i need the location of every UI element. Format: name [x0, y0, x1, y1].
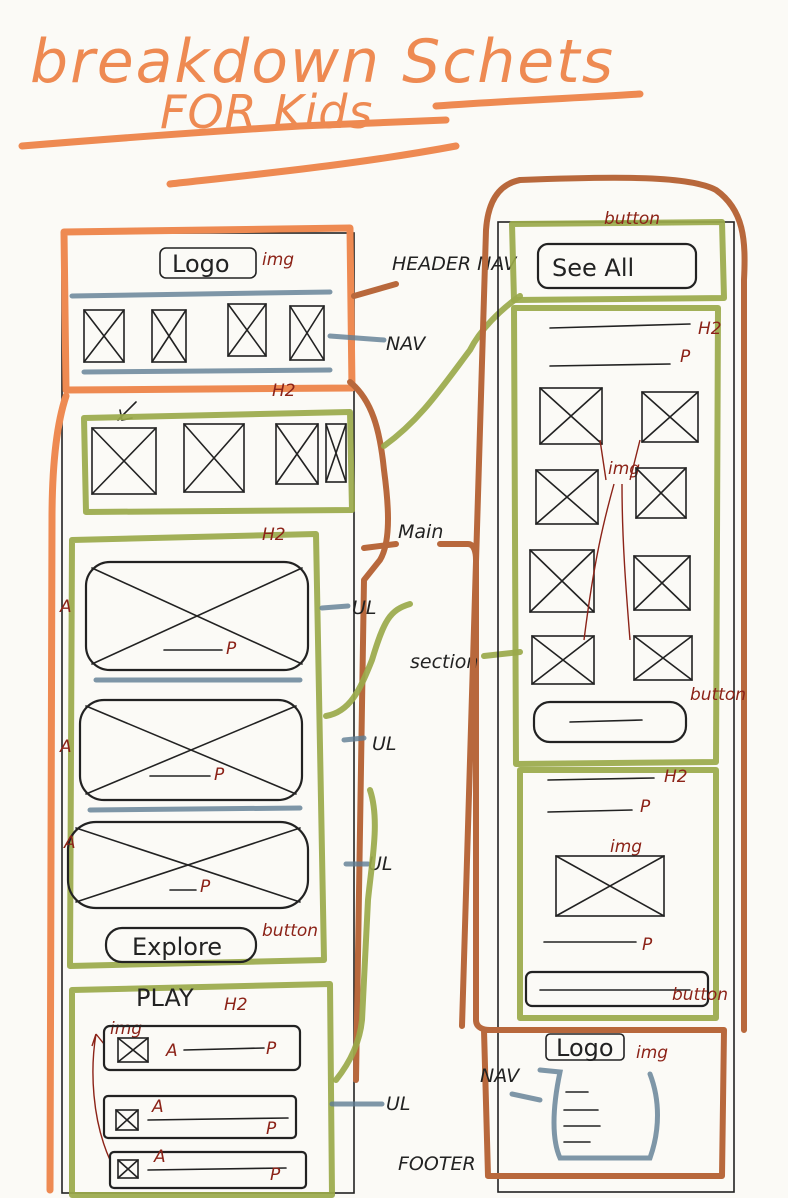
subtitle-underline [166, 142, 460, 188]
gallery-paragraph-line [549, 363, 671, 367]
list-card-1[interactable]: P [84, 560, 310, 672]
nav-label-top: NAV [386, 333, 427, 355]
header-nav-images [83, 303, 325, 363]
svg-text:A: A [165, 1041, 178, 1061]
h2-tag-4: H2 [698, 319, 722, 339]
list-section [67, 531, 327, 969]
h2-tag-1: H2 [272, 381, 296, 401]
ul-label-4: UL [386, 1093, 411, 1115]
p-tag-featured-2: P [642, 935, 653, 955]
svg-text:A: A [153, 1147, 166, 1167]
play-item-3[interactable]: A P [108, 1147, 308, 1190]
main-connector-left [361, 541, 399, 551]
svg-text:P: P [226, 639, 237, 659]
featured-section [517, 767, 719, 1021]
featured-paragraph-line [547, 809, 633, 813]
list-card-2[interactable]: P [78, 698, 304, 802]
footer-label: FOOTER [398, 1153, 476, 1175]
section-connector-top [381, 293, 523, 449]
svg-text:P: P [214, 765, 225, 785]
h2-tag-3: H2 [224, 995, 248, 1015]
footer-nav-links [563, 1091, 601, 1143]
svg-text:P: P [266, 1119, 277, 1139]
play-img-tag: img [110, 1019, 142, 1039]
header-connector [351, 281, 399, 299]
p-tag-gallery: P [680, 347, 691, 367]
main-outline-right [347, 379, 391, 1083]
see-all-button[interactable]: See All [536, 242, 698, 290]
footer-nav-connector [509, 1091, 543, 1103]
gallery-button-tag: button [690, 685, 746, 705]
header-nav-label: HEADER NAV [392, 253, 518, 275]
footer-nav-box [537, 1067, 660, 1161]
main-outline-left [46, 392, 70, 1194]
explore-button-tag: button [262, 921, 318, 941]
list-item-2-bar [87, 805, 303, 813]
svg-text:P: P [200, 877, 211, 897]
right-phone-frame [497, 221, 735, 1193]
featured-button-tag: button [672, 985, 728, 1005]
a-tag-1: A [59, 597, 72, 617]
header-logo-text: Logo [172, 250, 230, 278]
footer-logo-text: Logo [556, 1034, 614, 1062]
gallery-button[interactable] [532, 700, 688, 744]
list-card-3[interactable]: P [66, 820, 310, 910]
svg-text:P: P [270, 1165, 281, 1185]
a-tag-2: A [59, 737, 72, 757]
a-tag-3: A [63, 833, 76, 853]
section-connector-mid [323, 601, 413, 719]
see-all-button-tag: button [604, 209, 660, 229]
main-label: Main [398, 521, 443, 543]
section-label: section [410, 651, 478, 673]
gallery-heading-line [549, 323, 691, 329]
play-item-2[interactable]: A P [102, 1094, 298, 1140]
svg-text:P: P [266, 1039, 277, 1059]
h2-tag-2: H2 [262, 525, 286, 545]
nav-label-footer: NAV [480, 1065, 521, 1087]
svg-text:See All: See All [552, 254, 634, 282]
ul-connector-2 [341, 735, 367, 743]
footer-logo-img-tag: img [636, 1043, 668, 1063]
featured-image [555, 855, 665, 917]
sketch-subtitle: FOR Kids [160, 85, 373, 139]
play-heading: PLAY [136, 984, 194, 1012]
ul-connector-1 [319, 603, 351, 611]
wireframe-sketch: breakdown Schets FOR Kids Logo img HEADE… [18, 27, 748, 1198]
h2-tag-5: H2 [664, 767, 688, 787]
ul-label-1: UL [352, 597, 377, 619]
featured-heading-line [547, 777, 655, 781]
nav-connector [327, 333, 387, 343]
ul-label-2: UL [372, 733, 397, 755]
p-tag-featured: P [640, 797, 651, 817]
header-nav-bottom [81, 367, 333, 375]
header-nav-bar [69, 289, 333, 299]
header-logo-img-tag: img [262, 250, 294, 270]
featured-img-tag: img [610, 837, 642, 857]
gallery-section [511, 305, 721, 767]
carousel-images [91, 423, 347, 495]
svg-text:Explore: Explore [132, 933, 222, 961]
gallery-images [529, 387, 699, 685]
explore-button[interactable]: Explore [104, 926, 258, 964]
svg-text:A: A [151, 1097, 164, 1117]
